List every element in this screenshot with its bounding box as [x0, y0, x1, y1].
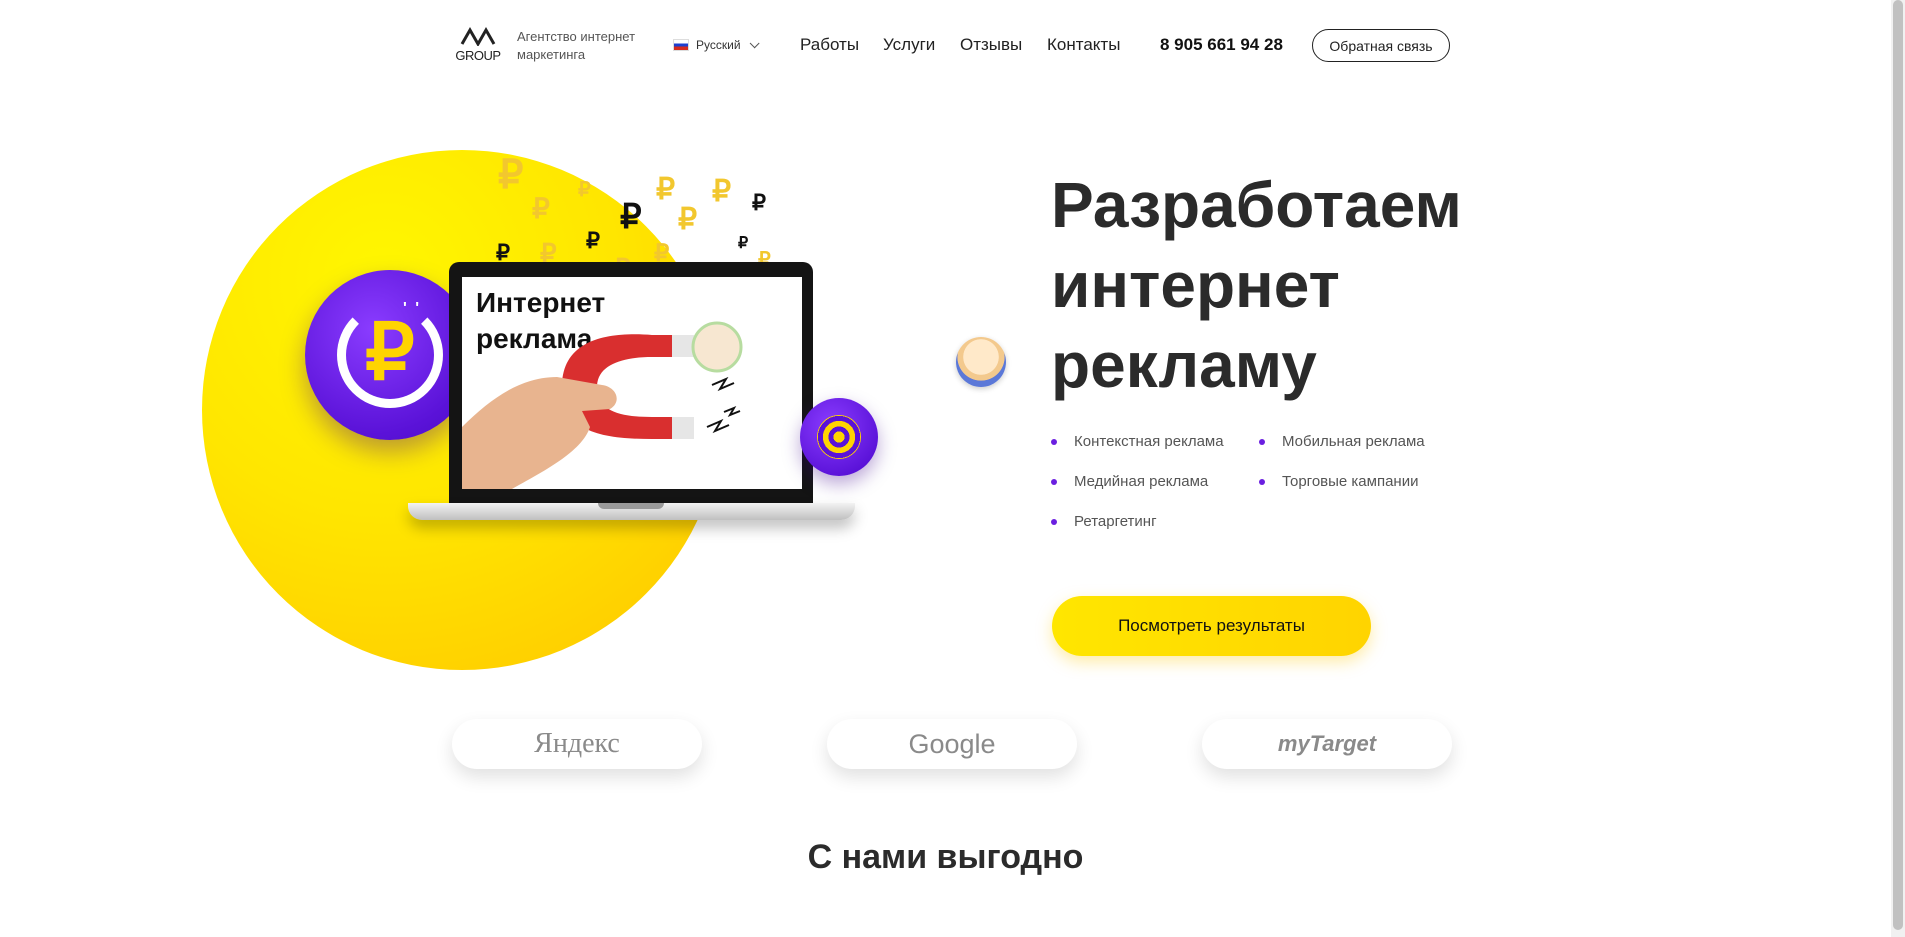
- logo-mark-icon: [460, 26, 496, 46]
- hero-title: Разработаем интернет рекламу: [1051, 169, 1462, 401]
- page-scrollbar[interactable]: [1891, 0, 1905, 937]
- logo-text: GROUP: [455, 48, 501, 63]
- target-icon: [817, 415, 861, 459]
- section-title: С нами выгодно: [807, 838, 1084, 876]
- ruble-icon: ₽: [678, 203, 698, 236]
- bullet-icon: [1259, 439, 1265, 445]
- language-selector[interactable]: Русский: [674, 36, 760, 54]
- laptop-screen: Интернет реклама: [462, 277, 802, 489]
- ruble-icon: ₽: [586, 228, 600, 253]
- feedback-button[interactable]: Обратная связь: [1312, 29, 1450, 62]
- laptop-notch: [598, 503, 664, 509]
- bullet-icon: [1259, 479, 1265, 485]
- phone-number[interactable]: 8 905 661 94 28: [1160, 35, 1283, 55]
- partner-google-logo: Google: [827, 719, 1077, 769]
- nav-reviews[interactable]: Отзывы: [960, 35, 1022, 55]
- nav-services[interactable]: Услуги: [883, 35, 935, 55]
- ruble-icon: ₽: [578, 179, 591, 201]
- nav-works[interactable]: Работы: [800, 35, 859, 55]
- scrollbar-thumb[interactable]: [1893, 0, 1903, 930]
- bullet-icon: [1051, 479, 1057, 485]
- russia-flag-icon: [674, 40, 688, 50]
- view-results-button[interactable]: Посмотреть результаты: [1052, 596, 1371, 656]
- bullet-icon: [1051, 439, 1057, 445]
- partner-mytarget-logo: myTarget: [1202, 719, 1452, 769]
- language-label: Русский: [696, 38, 741, 52]
- ruble-icon: ₽: [620, 198, 642, 236]
- ruble-icon: ₽: [532, 193, 550, 224]
- bullet-icon: [1051, 519, 1057, 525]
- target-coin-icon: [800, 398, 878, 476]
- ruble-icon: ₽: [738, 235, 749, 252]
- nav-contacts[interactable]: Контакты: [1047, 35, 1120, 55]
- chevron-down-icon: [749, 37, 760, 48]
- ruble-icon: ₽: [712, 175, 732, 208]
- ruble-icon: ₽: [656, 173, 676, 206]
- magnet-icon: [462, 321, 743, 489]
- site-header: GROUP Агентство интернет маркетинга Русс…: [0, 0, 1891, 92]
- ruble-icon: ₽: [498, 153, 524, 197]
- tagline: Агентство интернет маркетинга: [517, 29, 636, 62]
- logo[interactable]: GROUP: [452, 26, 504, 63]
- partner-yandex-logo: Яндекс: [452, 719, 702, 769]
- ruble-icon: ₽: [496, 240, 510, 265]
- sticker-character-icon: [956, 337, 1006, 387]
- ruble-icon: ₽: [752, 190, 766, 215]
